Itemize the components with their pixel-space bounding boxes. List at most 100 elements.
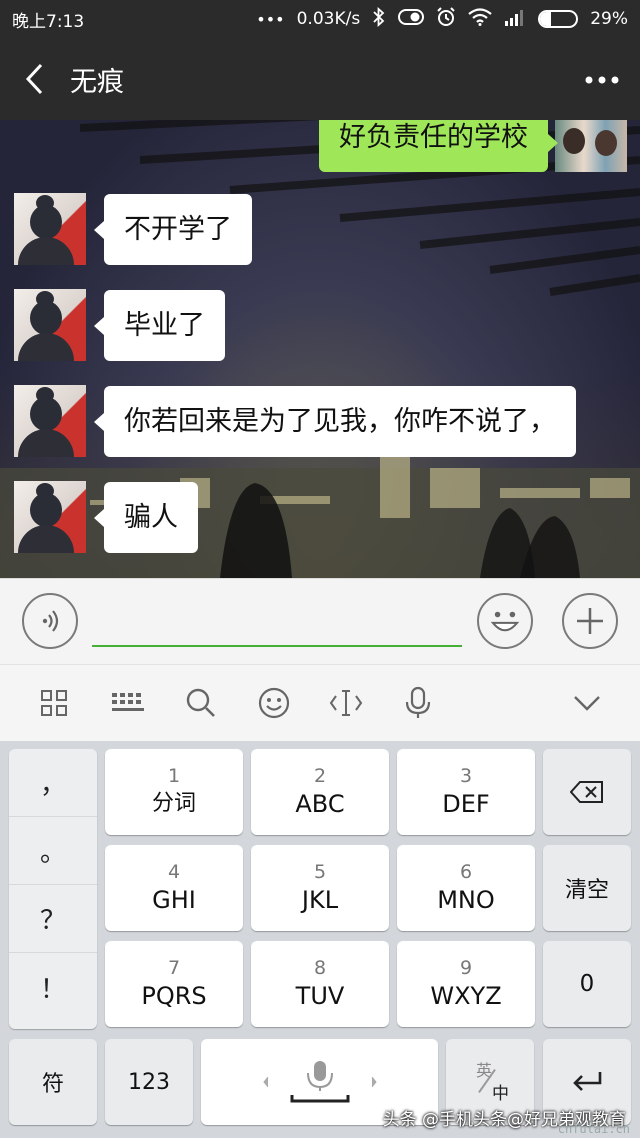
chevron-left-icon <box>25 63 43 95</box>
grid-icon <box>41 690 67 716</box>
punct-key-exclaim[interactable]: ！ <box>9 953 97 1021</box>
bluetooth-icon <box>372 6 386 31</box>
voice-typing-button[interactable] <box>398 683 438 723</box>
received-message-bubble[interactable]: 骗人 <box>94 481 198 553</box>
signal-icon <box>504 8 526 30</box>
received-message-bubble[interactable]: 你若回来是为了见我，你咋不说了， <box>94 385 576 457</box>
key-3[interactable]: 3 DEF <box>397 749 535 835</box>
key-letters: PQRS <box>141 982 207 1010</box>
key-number: 5 <box>313 861 327 883</box>
emoji-panel-button[interactable] <box>254 683 294 723</box>
more-dots-icon: ••• <box>256 9 285 29</box>
self-avatar[interactable] <box>555 120 627 172</box>
received-message: 毕业了 <box>14 289 225 361</box>
cursor-icon <box>329 690 363 716</box>
key-letters: 分词 <box>151 791 196 816</box>
sent-message-bubble[interactable]: 好负责任的学校 <box>319 120 558 172</box>
key-letters: GHI <box>152 886 196 914</box>
key-number: 6 <box>459 861 473 883</box>
punctuation-column[interactable]: ， 。 ？ ！ <box>9 749 97 1029</box>
lang-zh-label: 中 <box>492 1084 509 1104</box>
key-letters: WXYZ <box>430 982 502 1010</box>
enter-icon <box>573 1072 602 1091</box>
key-5[interactable]: 5 JKL <box>251 845 389 931</box>
keyboard: ， 。 ？ ！ 1 分词 2 ABC 3 DEF 4 GHI 5 JKL 6 M… <box>0 741 640 1138</box>
smiley-icon <box>258 687 290 719</box>
battery-fill <box>540 12 551 26</box>
received-message-bubble[interactable]: 毕业了 <box>94 289 225 361</box>
received-message: 骗人 <box>14 481 198 553</box>
wifi-icon <box>468 8 492 30</box>
collapse-keyboard-button[interactable] <box>567 683 607 723</box>
chat-title: 无痕 <box>70 66 124 98</box>
number-mode-label: 123 <box>128 1069 170 1095</box>
message-input[interactable] <box>92 599 462 647</box>
contact-avatar[interactable] <box>14 481 86 553</box>
punct-key-comma[interactable]: ， <box>9 749 97 817</box>
backspace-key[interactable] <box>543 749 631 835</box>
key-number: 7 <box>167 957 181 979</box>
status-bar: 晚上7:13 ••• 0.03K/s 29% <box>0 0 640 38</box>
chat-area[interactable]: 好负责任的学校 不开学了 毕业了 你若回来是为了见我，你咋不说了， 骗人 <box>0 120 640 578</box>
ime-toolbar <box>0 664 640 741</box>
contact-avatar[interactable] <box>14 193 86 265</box>
key-letters: MNO <box>437 886 495 914</box>
key-letters: JKL <box>301 886 339 914</box>
clear-key[interactable]: 清空 <box>543 845 631 931</box>
contact-avatar[interactable] <box>14 289 86 361</box>
key-number: 9 <box>459 957 473 979</box>
status-right: ••• 0.03K/s 29% <box>256 6 628 31</box>
key-number: 4 <box>167 861 181 883</box>
emoji-button[interactable] <box>477 593 533 649</box>
contact-avatar[interactable] <box>14 385 86 457</box>
keyboard-switch-button[interactable] <box>108 683 148 723</box>
back-button[interactable] <box>0 38 70 120</box>
more-options-button[interactable] <box>582 60 622 100</box>
voice-input-button[interactable] <box>22 593 78 649</box>
keyboard-icon <box>112 693 144 711</box>
key-number: 1 <box>167 765 181 787</box>
grid-menu-button[interactable] <box>34 683 74 723</box>
received-message: 你若回来是为了见我，你咋不说了， <box>14 385 576 457</box>
emoji-icon <box>490 611 520 632</box>
key-2[interactable]: 2 ABC <box>251 749 389 835</box>
number-mode-key[interactable]: 123 <box>105 1039 193 1125</box>
key-letters: ABC <box>295 790 345 818</box>
symbol-label: 符 <box>41 1072 64 1097</box>
clear-label: 清空 <box>564 878 609 903</box>
key-letters: TUV <box>295 982 345 1010</box>
key-0[interactable]: 0 <box>543 941 631 1027</box>
cursor-move-button[interactable] <box>326 683 366 723</box>
key-number: 3 <box>459 765 473 787</box>
search-button[interactable] <box>181 683 221 723</box>
plus-icon <box>577 608 603 634</box>
punct-key-question[interactable]: ？ <box>9 885 97 953</box>
add-button[interactable] <box>562 593 618 649</box>
battery-icon <box>538 10 579 28</box>
key-number: 8 <box>313 957 327 979</box>
key-letters: DEF <box>442 790 490 818</box>
punct-key-period[interactable]: 。 <box>9 817 97 885</box>
battery-percent: 29% <box>590 9 628 29</box>
received-message: 不开学了 <box>14 193 252 265</box>
received-message-bubble[interactable]: 不开学了 <box>94 193 252 265</box>
status-time: 晚上7:13 <box>12 11 85 32</box>
backspace-icon <box>570 781 603 803</box>
voice-icon <box>42 610 59 632</box>
zero-label: 0 <box>579 971 595 997</box>
microphone-icon <box>405 686 431 718</box>
symbol-key[interactable]: 符 <box>9 1039 97 1125</box>
toggle-icon <box>398 8 425 30</box>
search-icon <box>186 688 215 717</box>
space-mic-icon <box>262 1061 377 1103</box>
network-speed: 0.03K/s <box>296 9 361 29</box>
key-7[interactable]: 7 PQRS <box>105 941 243 1027</box>
more-dots-icon <box>585 76 619 84</box>
key-4[interactable]: 4 GHI <box>105 845 243 931</box>
key-8[interactable]: 8 TUV <box>251 941 389 1027</box>
alarm-icon <box>436 7 456 31</box>
key-6[interactable]: 6 MNO <box>397 845 535 931</box>
key-1[interactable]: 1 分词 <box>105 749 243 835</box>
input-bar <box>0 578 640 664</box>
key-9[interactable]: 9 WXYZ <box>397 941 535 1027</box>
